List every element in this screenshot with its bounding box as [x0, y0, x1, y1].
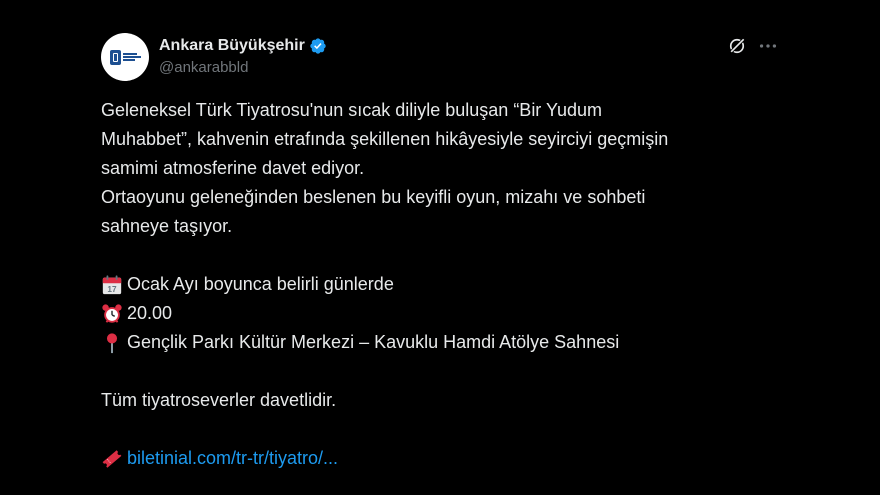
tweet-line: Muhabbet”, kahvenin etrafında şekillenen…: [101, 129, 669, 149]
tweet-line: Geleneksel Türk Tiyatrosu'nun sıcak dili…: [101, 100, 603, 120]
time-line: 20.00: [101, 299, 777, 328]
tweet-line: sahneye taşıyor.: [101, 216, 233, 236]
author-block: Ankara Büyükşehir @ankarabbld: [159, 36, 327, 76]
calendar-day: 17: [107, 284, 117, 293]
ticket-emoji-icon: [102, 449, 122, 468]
time-text: 20.00: [127, 303, 173, 323]
ticket-link[interactable]: biletinial.com/tr-tr/tiyatro/...: [127, 444, 338, 473]
calendar-emoji-icon: 17: [102, 274, 122, 294]
alarm-clock-emoji-icon: [102, 303, 122, 323]
handle[interactable]: @ankarabbld: [159, 59, 327, 76]
tweet-header: Ankara Büyükşehir @ankarabbld: [101, 30, 781, 86]
grok-icon[interactable]: [727, 36, 747, 56]
closing-text: Tüm tiyatroseverler davetlidir.: [101, 390, 337, 410]
date-line: 17 Ocak Ayı boyunca belirli günlerde: [101, 270, 777, 299]
place-text: Gençlik Parkı Kültür Merkezi – Kavuklu H…: [127, 332, 620, 352]
more-options-icon[interactable]: [757, 36, 779, 56]
tweet-line: Ortaoyunu geleneğinden beslenen bu keyif…: [101, 187, 646, 207]
tweet-text: Geleneksel Türk Tiyatrosu'nun sıcak dili…: [101, 96, 777, 473]
tweet-card: Ankara Büyükşehir @ankarabbld Geleneksel…: [101, 30, 781, 473]
tweet-line: samimi atmosferine davet ediyor.: [101, 158, 365, 178]
ankara-logo-icon: [109, 49, 141, 65]
avatar[interactable]: [101, 33, 149, 81]
display-name[interactable]: Ankara Büyükşehir: [159, 37, 305, 55]
link-line: biletinial.com/tr-tr/tiyatro/...: [101, 444, 777, 473]
verified-badge-icon: [310, 38, 326, 54]
round-pushpin-emoji-icon: [106, 332, 118, 353]
date-text: Ocak Ayı boyunca belirli günlerde: [127, 274, 394, 294]
place-line: Gençlik Parkı Kültür Merkezi – Kavuklu H…: [101, 328, 777, 357]
